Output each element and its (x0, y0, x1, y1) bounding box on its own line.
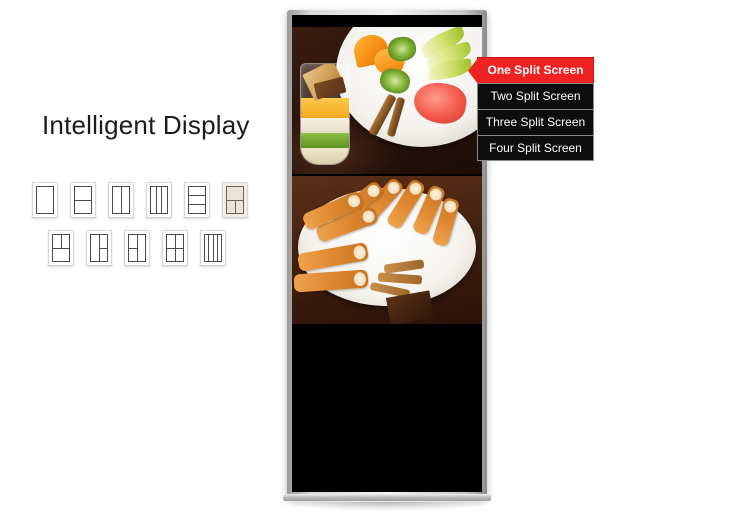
layout-cell (174, 248, 184, 261)
layout-cell (75, 199, 91, 214)
layout-picker-row-2 (48, 230, 264, 266)
layout-cell (189, 204, 205, 213)
layout-cell (99, 247, 107, 262)
layout-cell-group (98, 235, 108, 262)
split-screen-menu: One Split Screen Two Split Screen Three … (468, 57, 594, 161)
layout-option-left-split-right-full[interactable] (124, 230, 150, 266)
layout-cell (91, 235, 99, 261)
layout-option-two-rows[interactable] (70, 182, 96, 218)
photo-fruit-platter (292, 27, 482, 174)
layout-left-full-right-split-icon (90, 234, 108, 262)
media-pane-bottom (292, 176, 482, 324)
parfait-layer (301, 148, 349, 164)
layout-cell (234, 200, 244, 213)
layout-single-icon (36, 186, 54, 214)
layout-two-columns-icon (112, 186, 130, 214)
layout-option-two-top-one-bottom[interactable] (48, 230, 74, 266)
layout-cell (60, 235, 70, 248)
layout-quad-grid-icon (166, 234, 184, 262)
layout-option-two-columns[interactable] (108, 182, 134, 218)
layout-cell (53, 235, 61, 248)
app-root: Intelligent Display One Split Screen Two… (0, 0, 750, 518)
layout-cell (167, 235, 175, 248)
media-pane-top (292, 27, 482, 174)
layout-cell (136, 235, 146, 261)
parfait-layer (301, 133, 349, 148)
menu-item-label: Three Split Screen (485, 115, 586, 129)
digital-signage-kiosk (277, 10, 497, 511)
layout-option-left-full-right-split[interactable] (86, 230, 112, 266)
layout-cell (227, 201, 235, 214)
layout-cell (37, 187, 53, 213)
layout-cell-group (167, 235, 183, 248)
layout-cell-group (129, 235, 137, 261)
layout-three-rows-icon (188, 186, 206, 214)
menu-item-label: Four Split Screen (489, 141, 582, 155)
photo-swiss-rolls (292, 176, 482, 324)
layout-cell (216, 235, 221, 261)
kiosk-shadow (277, 502, 497, 511)
menu-item-four-split-screen[interactable]: Four Split Screen (477, 135, 594, 161)
menu-item-one-split-screen[interactable]: One Split Screen (468, 57, 594, 84)
layout-cell (161, 187, 167, 213)
layout-cell (129, 235, 137, 248)
parfait-layer (301, 98, 349, 118)
kiosk-base (283, 494, 491, 501)
kiosk-screen[interactable] (292, 15, 482, 492)
layout-four-columns-icon (204, 234, 222, 262)
layout-cell (100, 235, 108, 248)
parfait-layer (301, 118, 349, 133)
menu-item-three-split-screen[interactable]: Three Split Screen (477, 109, 594, 135)
layout-cell-group (167, 247, 184, 262)
layout-picker-row-1 (32, 182, 264, 218)
layout-cell (113, 187, 121, 213)
layout-option-single[interactable] (32, 182, 58, 218)
layout-top-bar-two-cells-icon (226, 186, 244, 214)
layout-cell (227, 187, 243, 200)
layout-three-columns-icon (150, 186, 168, 214)
layout-option-three-rows[interactable] (184, 182, 210, 218)
menu-item-label: Two Split Screen (490, 89, 581, 103)
layout-cell (129, 247, 137, 262)
page-title: Intelligent Display (42, 110, 250, 140)
selection-arrow-icon (468, 58, 478, 84)
layout-option-top-bar-two-cells[interactable] (222, 182, 248, 218)
layout-cell (174, 235, 184, 248)
parfait-glass (300, 63, 350, 165)
layout-cell-group (53, 235, 69, 248)
layout-cell (53, 247, 69, 262)
screen-blank-area (292, 324, 482, 492)
layout-cell (75, 187, 91, 200)
layout-cell (189, 187, 205, 195)
menu-item-two-split-screen[interactable]: Two Split Screen (477, 83, 594, 109)
layout-left-split-right-full-icon (128, 234, 146, 262)
layout-two-top-one-bottom-icon (52, 234, 70, 262)
layout-picker (32, 182, 264, 266)
layout-cell (167, 249, 175, 262)
layout-two-rows-icon (74, 186, 92, 214)
layout-cell (120, 187, 130, 213)
layout-cell (189, 195, 205, 204)
layout-cell-group (227, 199, 244, 214)
layout-option-four-columns[interactable] (200, 230, 226, 266)
layout-option-quad-grid[interactable] (162, 230, 188, 266)
layout-option-three-columns[interactable] (146, 182, 172, 218)
menu-item-label: One Split Screen (487, 63, 584, 77)
